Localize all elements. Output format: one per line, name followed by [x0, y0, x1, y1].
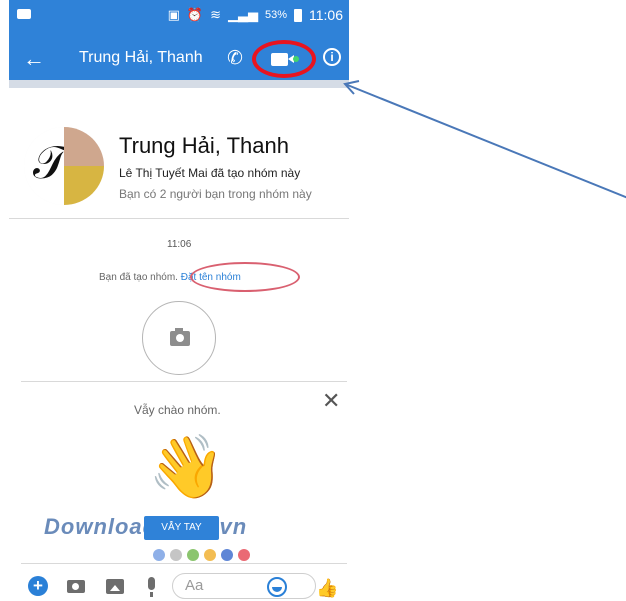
annotation-arrow [343, 80, 626, 199]
annotation-arrow-line [344, 83, 626, 199]
